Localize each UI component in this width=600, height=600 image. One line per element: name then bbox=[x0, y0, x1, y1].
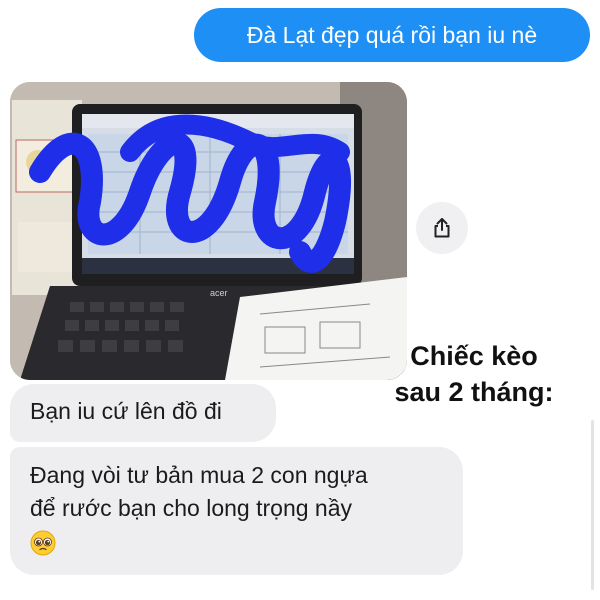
outgoing-message-text: Đà Lạt đẹp quá rồi bạn iu nè bbox=[246, 21, 538, 48]
laptop-brand-text: acer bbox=[210, 288, 228, 298]
shared-photo[interactable]: acer bbox=[10, 82, 407, 380]
photo-laptop-desk: acer bbox=[10, 82, 407, 380]
caption-line-1: Chiếc kèo bbox=[410, 341, 538, 371]
caption-line-2: sau 2 tháng: bbox=[394, 377, 554, 407]
incoming-message-text: Bạn iu cứ lên đồ đi bbox=[30, 398, 222, 424]
incoming-message-bubble[interactable]: Đang vòi tư bản mua 2 con ngựa để rước b… bbox=[10, 447, 463, 575]
scrollbar[interactable] bbox=[591, 420, 594, 590]
share-icon bbox=[434, 218, 450, 238]
pleading-face-icon bbox=[30, 530, 56, 556]
share-button[interactable] bbox=[416, 202, 468, 254]
incoming-message-line: để rước bạn cho long trọng nầy bbox=[30, 495, 353, 521]
overlay-caption: Chiếc kèo sau 2 tháng: bbox=[366, 338, 582, 410]
outgoing-message-bubble[interactable]: Đà Lạt đẹp quá rồi bạn iu nè bbox=[194, 8, 590, 62]
incoming-message-bubble[interactable]: Bạn iu cứ lên đồ đi bbox=[10, 384, 276, 442]
incoming-message-line: Đang vòi tư bản mua 2 con ngựa bbox=[30, 462, 368, 488]
